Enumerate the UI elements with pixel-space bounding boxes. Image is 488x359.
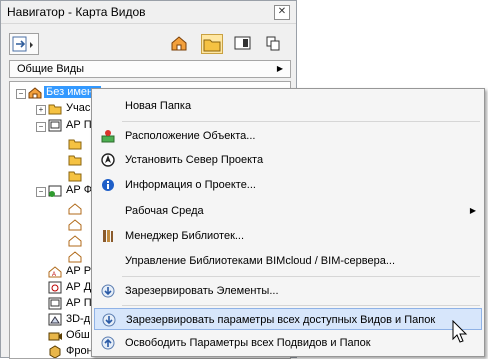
menu-item-reserve-elements[interactable]: Зарезервировать Элементы... — [94, 280, 482, 302]
svg-text:A: A — [52, 272, 56, 278]
location-icon — [101, 130, 115, 143]
house-icon — [28, 87, 42, 99]
camera-icon — [48, 332, 62, 341]
menu-item-label: Установить Север Проекта — [125, 154, 264, 166]
house-icon — [68, 251, 82, 263]
title-bar[interactable]: Навигатор - Карта Видов ✕ — [1, 1, 296, 24]
menu-separator — [122, 305, 480, 306]
publisher-sets-tab[interactable] — [263, 34, 285, 54]
house-icon — [68, 203, 82, 215]
menu-separator — [122, 121, 480, 122]
house-icon — [68, 219, 82, 231]
expand-icon[interactable]: + — [36, 105, 46, 115]
tree-item-label: АР П — [66, 297, 92, 309]
layout-book-tab[interactable] — [233, 34, 255, 54]
menu-item-location[interactable]: Расположение Объекта... — [94, 125, 482, 147]
menu-separator — [122, 276, 480, 277]
tree-item-label: Учас — [66, 102, 91, 114]
tree-item-label: АР Ф — [66, 184, 93, 196]
folder-icon — [68, 139, 82, 150]
folder-icon — [68, 171, 82, 182]
north-arrow-icon — [101, 153, 115, 167]
publish-sets-button[interactable] — [9, 33, 39, 55]
collapse-icon[interactable]: − — [16, 89, 26, 99]
page-arrow-icon — [12, 36, 33, 52]
info-icon — [102, 179, 114, 191]
context-menu: Новая Папка Расположение Объекта... Уста… — [91, 88, 485, 357]
tree-item-label: 3D-д — [66, 313, 91, 325]
dropdown-arrow-icon: ▶ — [276, 64, 283, 73]
menu-item-label: Информация о Проекте... — [125, 179, 256, 191]
release-icon — [101, 336, 115, 350]
section-icon: A — [48, 266, 62, 278]
menu-item-label: Управление Библиотеками BIMcloud / BIM-с… — [125, 255, 395, 267]
menu-item-label: Менеджер Библиотек... — [125, 230, 245, 242]
publisher-icon — [266, 36, 280, 51]
tree-item-label: АР П — [66, 119, 92, 131]
3d-document-icon — [48, 313, 62, 326]
close-button[interactable]: ✕ — [274, 5, 290, 20]
box-icon — [49, 345, 61, 358]
elevation-icon — [48, 185, 62, 197]
menu-item-label: Рабочая Среда — [125, 205, 204, 217]
library-icon — [103, 230, 113, 242]
dropdown-label: Общие Виды — [17, 63, 85, 75]
menu-item-label: Расположение Объекта... — [125, 130, 256, 142]
menu-item-library-manager[interactable]: Менеджер Библиотек... — [94, 225, 482, 247]
floor-plan-icon — [48, 297, 62, 310]
folder-icon — [48, 104, 62, 115]
menu-item-bimcloud-libraries[interactable]: Управление Библиотеками BIMcloud / BIM-с… — [94, 250, 482, 272]
layout-icon — [234, 36, 251, 50]
collapse-icon[interactable]: − — [36, 122, 46, 132]
tree-item-label: АР Д — [66, 281, 92, 293]
menu-item-label: Новая Папка — [125, 100, 192, 112]
menu-item-work-environment[interactable]: Рабочая Среда ▶ — [94, 200, 482, 222]
reserve-icon — [101, 284, 115, 298]
collapse-icon[interactable]: − — [36, 187, 46, 197]
menu-item-label: Освободить Параметры всех Подвидов и Пап… — [125, 337, 371, 349]
project-map-tab[interactable] — [169, 34, 191, 54]
view-map-tab[interactable] — [201, 34, 223, 54]
window-title: Навигатор - Карта Видов — [7, 5, 146, 19]
detail-icon — [48, 281, 62, 294]
house-icon — [68, 235, 82, 247]
menu-item-new-folder[interactable]: Новая Папка — [94, 95, 482, 117]
menu-item-label: Зарезервировать Элементы... — [125, 285, 279, 297]
floor-plan-icon — [48, 119, 62, 132]
folder-view-icon — [203, 39, 221, 52]
submenu-arrow-icon: ▶ — [469, 206, 476, 215]
menu-item-release-all[interactable]: Освободить Параметры всех Подвидов и Пап… — [94, 332, 482, 354]
menu-item-project-info[interactable]: Информация о Проекте... — [94, 174, 482, 196]
tree-item-label: Фрон — [66, 345, 93, 357]
house-icon — [171, 36, 187, 51]
menu-item-label: Зарезервировать параметры всех доступных… — [126, 314, 436, 326]
folder-icon — [68, 155, 82, 166]
tree-item-label: АР Р — [66, 265, 92, 277]
mouse-cursor-icon — [452, 320, 468, 343]
tree-item-label: Обш — [66, 329, 90, 341]
view-set-dropdown[interactable]: Общие Виды ▶ — [9, 60, 291, 78]
menu-item-set-north[interactable]: Установить Север Проекта — [94, 149, 482, 171]
menu-item-reserve-all-views[interactable]: Зарезервировать параметры всех доступных… — [94, 308, 482, 330]
reserve-icon — [102, 313, 116, 327]
